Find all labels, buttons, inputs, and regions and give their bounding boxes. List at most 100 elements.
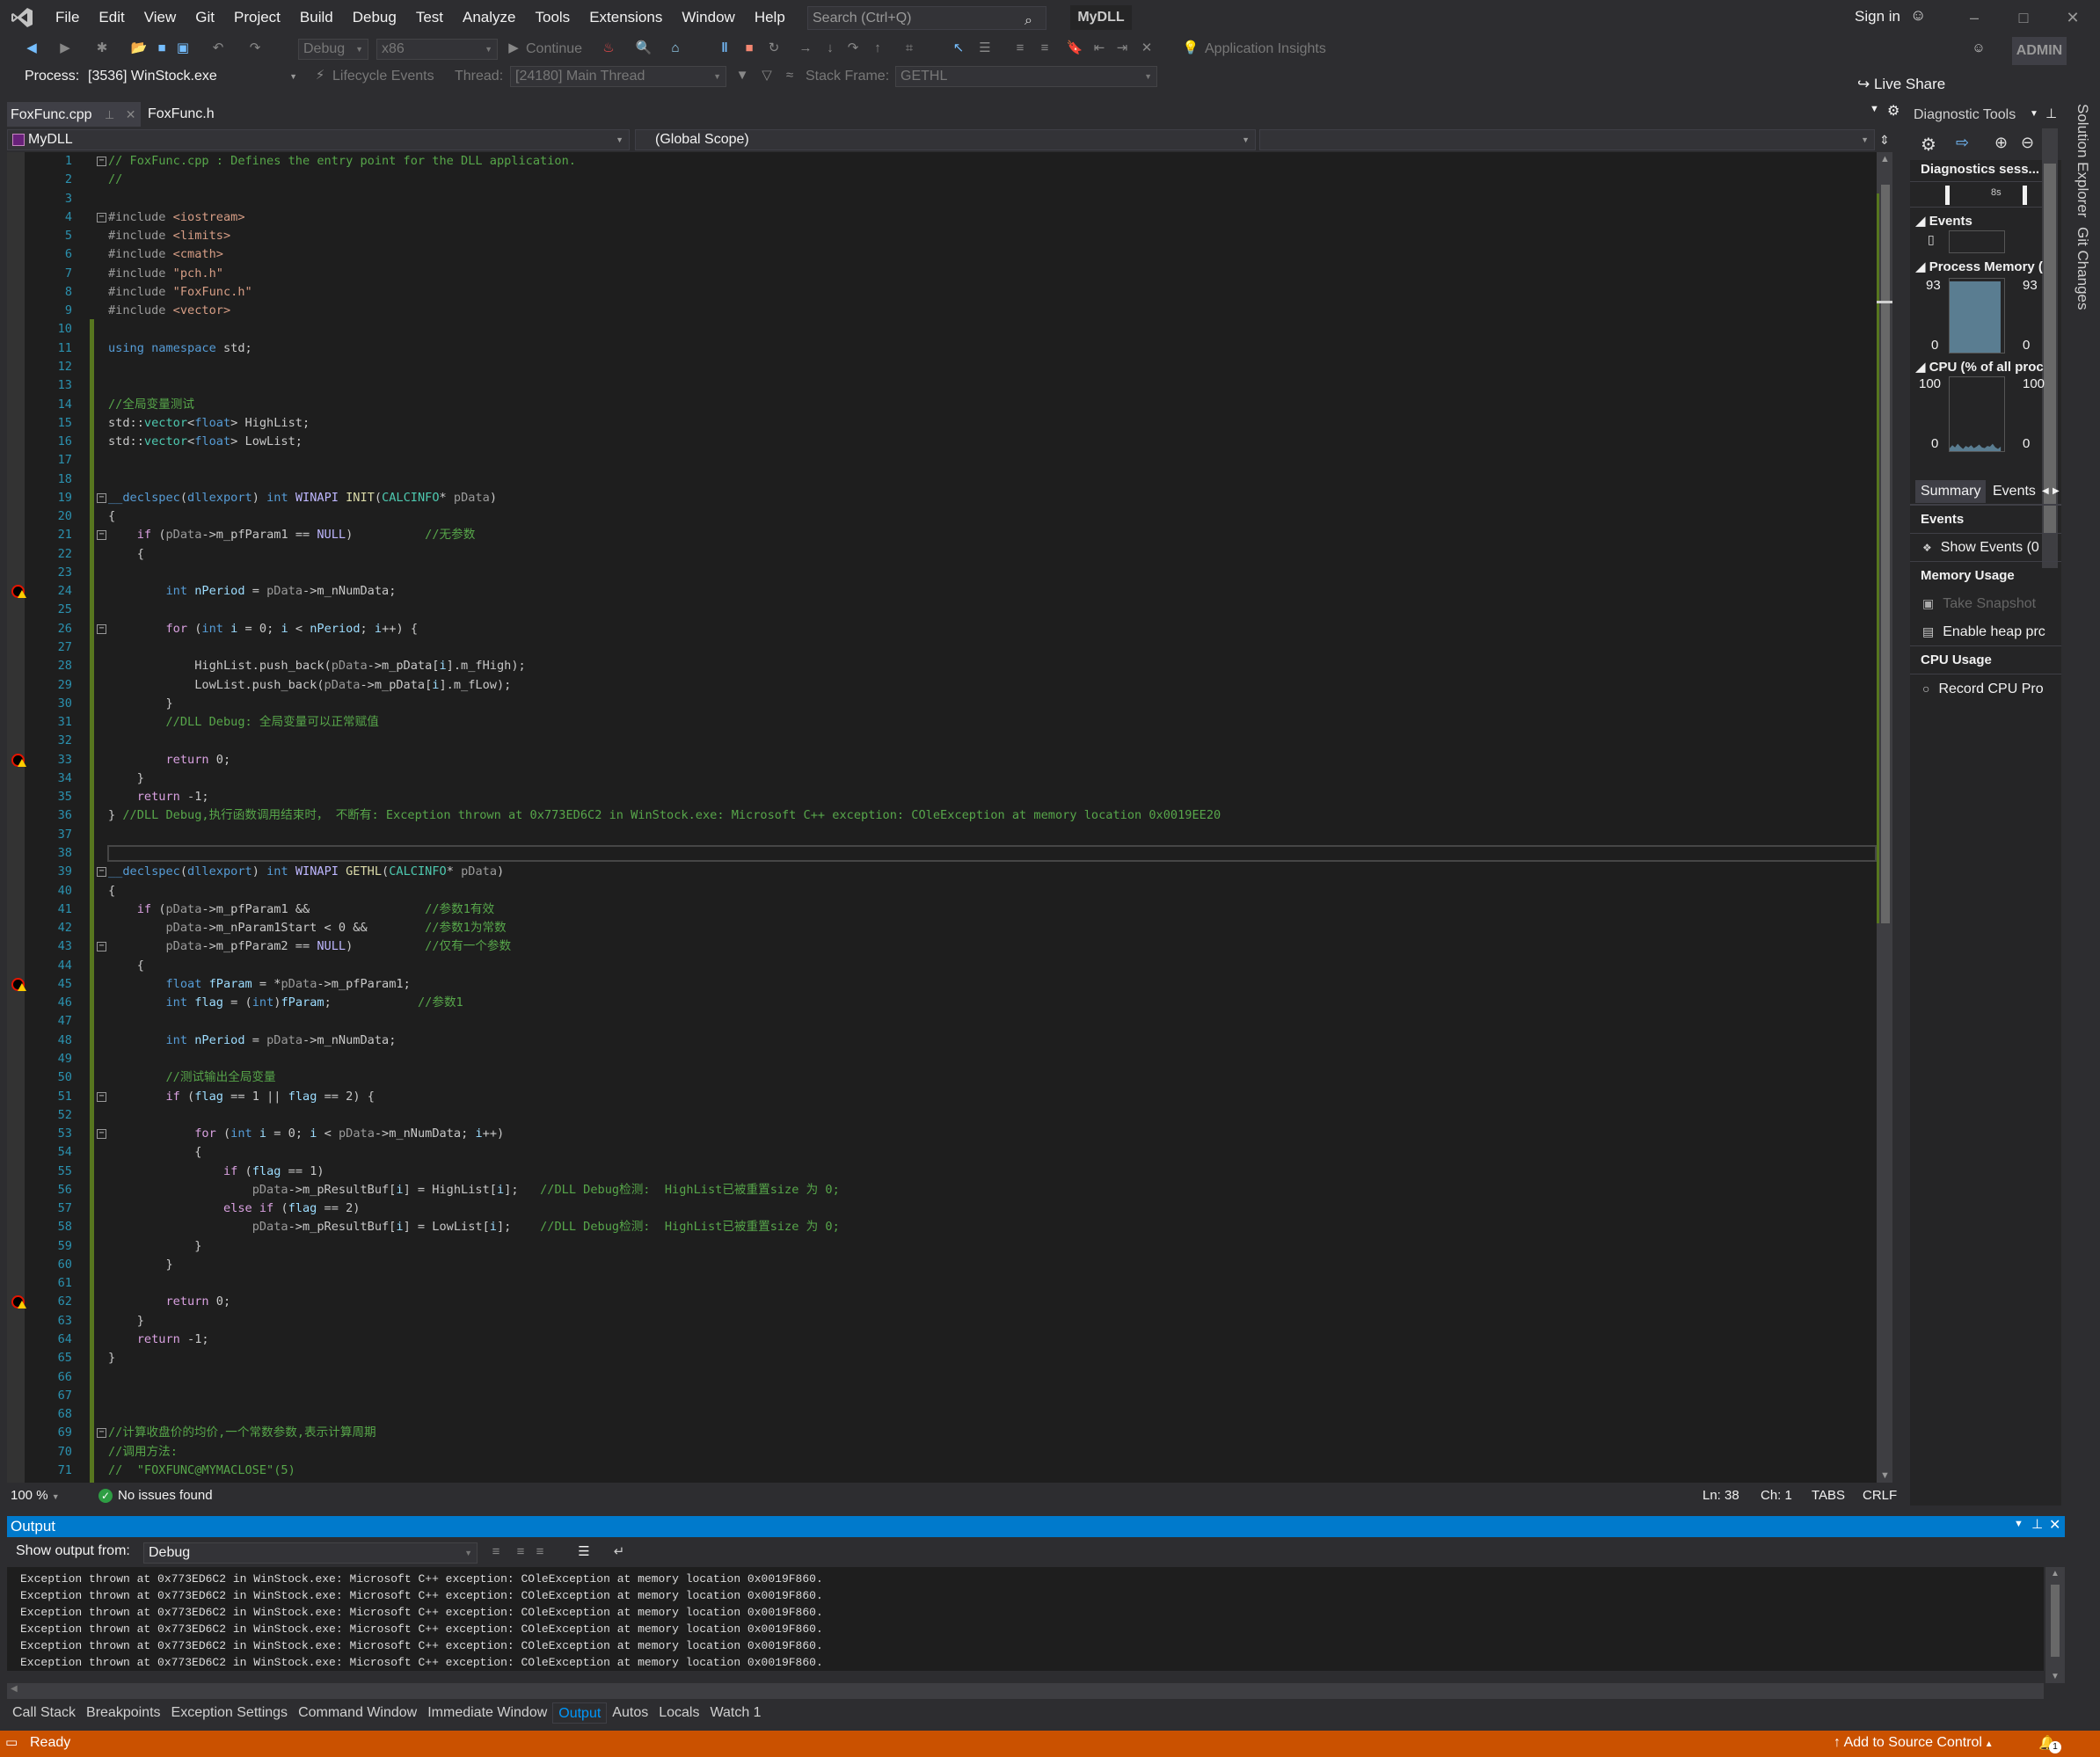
code-line[interactable]: 49 xyxy=(7,1050,1871,1068)
code-line[interactable]: 35 return -1; xyxy=(7,788,1871,806)
output-close-icon[interactable]: ✕ xyxy=(2049,1516,2060,1534)
feedback-icon[interactable]: ☺ xyxy=(1970,40,1987,57)
panel-dropdown-icon[interactable]: ▼ xyxy=(2030,109,2038,119)
code-line[interactable]: 44 { xyxy=(7,957,1871,975)
menu-project[interactable]: Project xyxy=(224,7,290,28)
code-line[interactable]: 9 #include <vector> xyxy=(7,302,1871,320)
code-line[interactable]: 4 − #include <iostream> xyxy=(7,208,1871,227)
menu-edit[interactable]: Edit xyxy=(89,7,134,28)
step-into-icon[interactable]: ↓ xyxy=(821,40,839,57)
browser-link-icon[interactable]: ⌂ xyxy=(667,40,684,57)
code-line[interactable]: 64 return -1; xyxy=(7,1331,1871,1349)
code-line[interactable]: 69 −//计算收盘价的均价,一个常数参数,表示计算周期 xyxy=(7,1424,1871,1442)
code-line[interactable]: 51− if (flag == 1 || flag == 2) { xyxy=(7,1088,1871,1106)
menu-git[interactable]: Git xyxy=(186,7,224,28)
zoom-combo[interactable]: 100 % ▼ xyxy=(11,1485,60,1507)
tab-autos[interactable]: Autos xyxy=(607,1702,653,1724)
indent-icon[interactable]: ≡ xyxy=(1011,40,1029,57)
code-line[interactable]: 20 { xyxy=(7,507,1871,526)
column-status[interactable]: Ch: 1 xyxy=(1761,1485,1792,1506)
search-box[interactable]: Search (Ctrl+Q) ⌕ xyxy=(807,6,1046,30)
code-line[interactable]: 59 } xyxy=(7,1237,1871,1256)
sign-in-link[interactable]: Sign in xyxy=(1855,8,1900,26)
output-scroll-thumb[interactable] xyxy=(2051,1585,2060,1657)
editor-scroll-thumb[interactable] xyxy=(1881,185,1890,923)
toggle-column-icon[interactable]: ☰ xyxy=(976,40,994,57)
add-user-icon[interactable]: ☺ xyxy=(1910,6,1929,27)
code-line[interactable]: 7 #include "pch.h" xyxy=(7,265,1871,283)
close-tab-icon[interactable]: ✕ xyxy=(126,107,136,121)
thread-combo[interactable]: [24180] Main Thread ▼ xyxy=(510,66,726,87)
previous-bookmark-icon[interactable]: ⇤ xyxy=(1090,40,1108,57)
tab-breakpoints[interactable]: Breakpoints xyxy=(81,1702,166,1724)
record-cpu-profile-button[interactable]: ○ Record CPU Pro xyxy=(1910,674,2061,702)
navigate-back-icon[interactable]: ◀ xyxy=(23,40,40,57)
redo-icon[interactable]: ↷ xyxy=(246,40,264,57)
issues-status[interactable]: No issues found xyxy=(118,1485,213,1506)
code-line[interactable]: 11 using namespace std; xyxy=(7,339,1871,358)
output-pin-icon[interactable]: ⊥ xyxy=(2031,1516,2043,1532)
tab-events[interactable]: Events xyxy=(1993,480,2036,503)
code-line[interactable]: 21 − if (pData->m_pfParam1 == NULL) //无参数 xyxy=(7,526,1871,544)
collapse-region-icon[interactable]: − xyxy=(97,492,106,503)
code-line[interactable]: 34 } xyxy=(7,769,1871,788)
code-line[interactable]: 62 return 0; xyxy=(7,1293,1871,1311)
hot-reload-flame-icon[interactable]: ♨ xyxy=(600,40,617,57)
comment-icon[interactable]: ≡ xyxy=(1036,40,1054,57)
output-scroll-down-icon[interactable]: ▼ xyxy=(2051,1672,2060,1681)
settings-gear-icon[interactable]: ⚙ xyxy=(1921,134,1936,156)
tab-call-stack[interactable]: Call Stack xyxy=(7,1702,81,1724)
tab-watch-1[interactable]: Watch 1 xyxy=(704,1702,766,1724)
code-line[interactable]: 71 // "FOXFUNC@MYMACLOSE"(5) xyxy=(7,1462,1871,1480)
zoom-out-icon[interactable]: ⊖ xyxy=(2021,134,2034,152)
split-editor-icon[interactable]: ⇕ xyxy=(1877,129,1892,150)
code-line[interactable]: 18 xyxy=(7,470,1871,489)
output-scroll-left-icon[interactable]: ◀ xyxy=(11,1684,18,1694)
code-line[interactable]: 38 xyxy=(7,844,1871,863)
filter-icon[interactable]: ▼ xyxy=(733,67,751,84)
code-line[interactable]: 50 //测试输出全局变量 xyxy=(7,1068,1871,1087)
menu-help[interactable]: Help xyxy=(745,7,795,28)
tab-foxfunc-cpp[interactable]: FoxFunc.cpp ⊥ ✕ xyxy=(7,102,141,127)
output-source-combo[interactable]: Debug ▼ xyxy=(143,1542,478,1564)
diagnostic-scroll-thumb[interactable] xyxy=(2044,164,2056,533)
code-line[interactable]: 31 //DLL Debug: 全局变量可以正常赋值 xyxy=(7,713,1871,732)
clear-all-icon[interactable]: ☰ xyxy=(575,1543,593,1561)
tab-summary[interactable]: Summary xyxy=(1915,480,1987,503)
code-line[interactable]: 68 xyxy=(7,1405,1871,1424)
code-line[interactable]: 39− __declspec(dllexport) int WINAPI GETH… xyxy=(7,863,1871,881)
code-line[interactable]: 13 xyxy=(7,376,1871,395)
session-timeline[interactable]: 8s xyxy=(1910,181,2042,208)
tab-immediate-window[interactable]: Immediate Window xyxy=(422,1702,552,1724)
output-text-area[interactable]: Exception thrown at 0x773ED6C2 in WinSto… xyxy=(7,1567,2044,1671)
collapse-region-icon[interactable]: − xyxy=(97,867,106,878)
menu-test[interactable]: Test xyxy=(406,7,453,28)
clear-bookmarks-icon[interactable]: ✕ xyxy=(1138,40,1156,57)
next-message-icon[interactable]: ≡ xyxy=(531,1543,549,1561)
close-window-button[interactable]: ✕ xyxy=(2063,7,2082,28)
code-line[interactable]: 45 float fParam = *pData->m_pfParam1; xyxy=(7,975,1871,994)
code-line[interactable]: 3 xyxy=(7,190,1871,208)
process-memory-graph[interactable] xyxy=(1949,278,2005,354)
collapse-region-icon[interactable]: − xyxy=(97,623,106,634)
code-line[interactable]: 52 xyxy=(7,1106,1871,1125)
code-line[interactable]: 43 − pData->m_pfParam2 == NULL) //仅有一个参数 xyxy=(7,937,1871,956)
tab-scroll-left-icon[interactable]: ◀ xyxy=(2042,480,2049,503)
enable-heap-profiling-button[interactable]: ▤ Enable heap prc xyxy=(1910,617,2061,645)
disable-breakpoints-icon[interactable]: ⌗ xyxy=(901,40,918,57)
code-line[interactable]: 5 #include <limits> xyxy=(7,227,1871,245)
code-editor[interactable]: 1−// FoxFunc.cpp : Defines the entry poi… xyxy=(7,152,1887,1483)
code-line[interactable]: 33 return 0; xyxy=(7,751,1871,769)
output-scroll-up-icon[interactable]: ▲ xyxy=(2051,1569,2060,1578)
code-line[interactable]: 6 #include <cmath> xyxy=(7,245,1871,264)
breakpoint-warning-icon[interactable] xyxy=(11,753,26,767)
code-line[interactable]: 65} xyxy=(7,1349,1871,1367)
code-line[interactable]: 25 xyxy=(7,601,1871,619)
step-out-icon[interactable]: ↑ xyxy=(869,40,886,57)
collapse-region-icon[interactable]: − xyxy=(97,942,106,952)
code-line[interactable]: 12 xyxy=(7,358,1871,376)
collapse-triangle-icon[interactable]: ◢ xyxy=(1915,360,1929,375)
export-icon[interactable]: ⇨ xyxy=(1956,134,1969,152)
breakpoint-warning-icon[interactable] xyxy=(11,977,26,991)
code-line[interactable]: 56 pData->m_pResultBuf[i] = HighList[i];… xyxy=(7,1181,1871,1199)
